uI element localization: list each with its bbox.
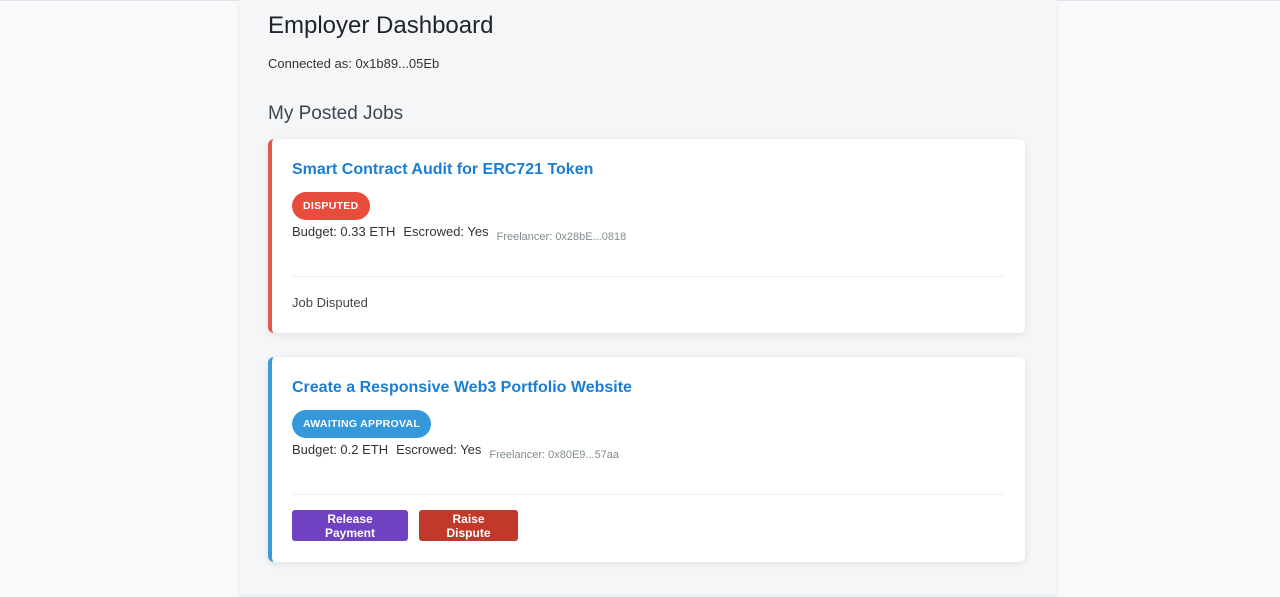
job-meta: Budget: 0.33 ETH Escrowed: Yes Freelancer:…	[292, 224, 626, 243]
job-escrowed: Escrowed: Yes	[403, 224, 489, 239]
job-meta: Budget: 0.2 ETH Escrowed: Yes Freelancer: …	[292, 442, 619, 461]
job-actions: Release Payment Raise Dispute	[292, 510, 518, 541]
page-title: Employer Dashboard	[268, 12, 494, 39]
card-divider	[292, 276, 1005, 277]
section-title-posted-jobs: My Posted Jobs	[268, 103, 404, 124]
dashboard-container: Employer Dashboard Connected as: 0x1b89.…	[239, 0, 1057, 597]
job-title[interactable]: Create a Responsive Web3 Portfolio Websi…	[292, 379, 632, 397]
status-badge: AWAITING APPROVAL	[292, 410, 432, 438]
connected-account: Connected as: 0x1b89...05Eb	[268, 56, 440, 71]
card-divider	[292, 494, 1005, 495]
release-payment-button[interactable]: Release Payment	[292, 510, 408, 541]
job-budget: Budget: 0.33 ETH	[292, 224, 396, 239]
job-title[interactable]: Smart Contract Audit for ERC721 Token	[292, 161, 593, 179]
job-status-text: Job Disputed	[292, 295, 368, 310]
job-freelancer: Freelancer: 0x80E9...57aa	[489, 449, 620, 461]
job-card-disputed: Smart Contract Audit for ERC721 Token DI…	[268, 139, 1025, 333]
status-badge: DISPUTED	[292, 192, 370, 220]
raise-dispute-button[interactable]: Raise Dispute	[419, 510, 518, 541]
job-escrowed: Escrowed: Yes	[396, 442, 482, 457]
job-card-awaiting-approval: Create a Responsive Web3 Portfolio Websi…	[268, 357, 1025, 562]
job-budget: Budget: 0.2 ETH	[292, 442, 389, 457]
job-freelancer: Freelancer: 0x28bE...0818	[496, 231, 627, 243]
